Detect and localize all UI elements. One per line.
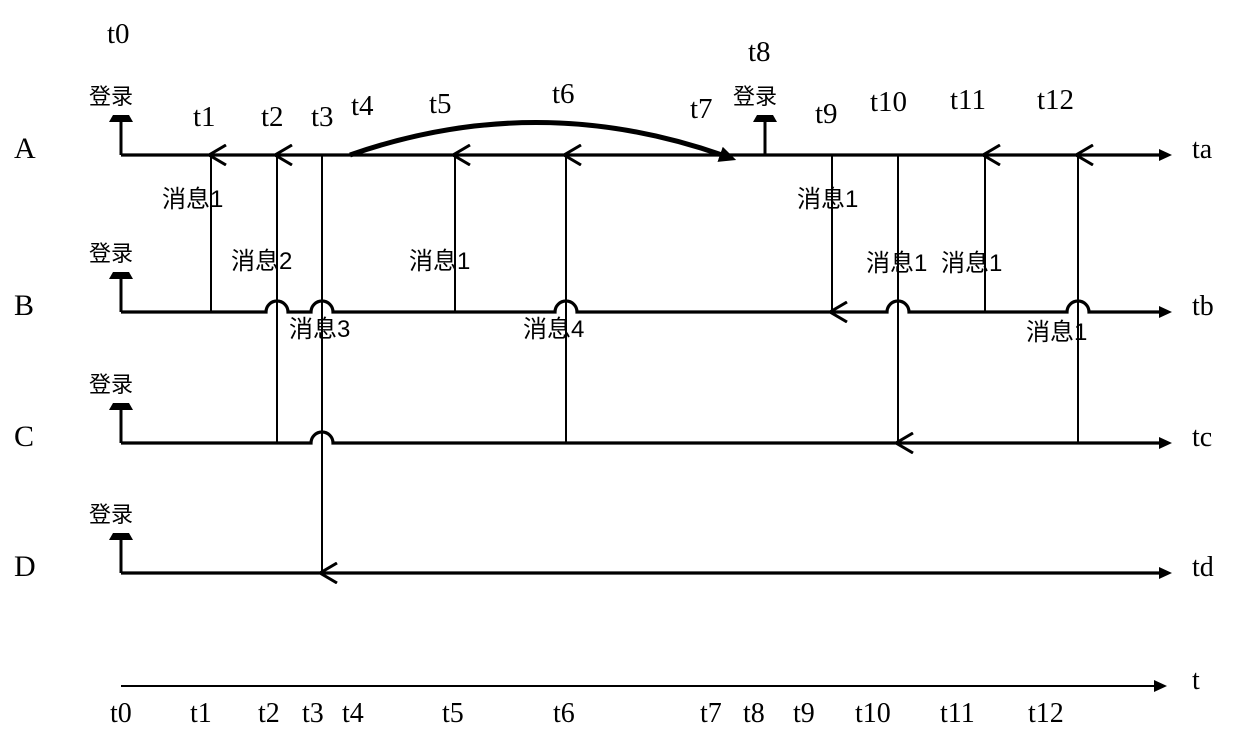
time-mark-bottom-t8: t8 xyxy=(743,698,765,729)
login-cap-A-0 xyxy=(109,115,133,122)
login-label-A-1: 登录 xyxy=(733,84,778,109)
lane-label-A: A xyxy=(14,132,36,165)
message-label-b-t2: 消息2 xyxy=(231,248,293,275)
time-mark-bottom-t1: t1 xyxy=(190,698,212,729)
time-mark-top-t12: t12 xyxy=(1037,84,1075,116)
time-mark-bottom-t3: t3 xyxy=(302,698,324,729)
lane-label-D: D xyxy=(14,550,36,583)
time-mark-top-t6: t6 xyxy=(552,78,575,110)
message-label-b-t3: 消息3 xyxy=(289,316,351,343)
login-markers xyxy=(109,115,777,573)
time-mark-bottom-t4: t4 xyxy=(342,698,364,729)
time-mark-top-t0: t0 xyxy=(107,18,130,50)
time-mark-bottom-t7: t7 xyxy=(700,698,722,729)
message-connectors xyxy=(211,155,1078,573)
login-label-C-3: 登录 xyxy=(89,372,134,397)
axis-label-tb: tb xyxy=(1192,291,1214,322)
login-cap-C-3 xyxy=(109,403,133,410)
time-mark-bottom-t0: t0 xyxy=(110,698,132,729)
time-mark-top-t1: t1 xyxy=(193,101,216,133)
time-mark-top-t11: t11 xyxy=(950,84,986,116)
time-mark-top-t8: t8 xyxy=(748,36,771,68)
time-mark-bottom-t6: t6 xyxy=(553,698,575,729)
handover-arc xyxy=(349,120,737,162)
message-label-b-t10: 消息1 xyxy=(866,250,928,277)
time-mark-top-t2: t2 xyxy=(261,101,284,133)
axis-label-t: t xyxy=(1192,665,1200,696)
login-label-D-4: 登录 xyxy=(89,502,134,527)
lane-label-B: B xyxy=(14,289,35,322)
message-label-b-t5: 消息1 xyxy=(409,248,471,275)
message-label-b-t11: 消息1 xyxy=(941,250,1003,277)
message-label-b-t6: 消息4 xyxy=(523,316,585,343)
login-cap-A-1 xyxy=(753,115,777,122)
lane-label-C: C xyxy=(14,420,35,453)
time-mark-top-t3: t3 xyxy=(311,101,334,133)
time-mark-top-t9: t9 xyxy=(815,98,838,130)
diagram-canvas: 登录 登录 登录 登录 登录 Ata Btb Ctc Dtd t t0 t1 t2 t3 t4 t5 t6 t7 t… xyxy=(0,0,1240,752)
time-mark-top-t5: t5 xyxy=(429,88,452,120)
message-label-b-t12: 消息1 xyxy=(1026,319,1088,346)
time-mark-bottom-t10: t10 xyxy=(855,698,891,729)
handover-arc-layer xyxy=(349,120,737,162)
login-label-B-2: 登录 xyxy=(89,241,134,266)
time-mark-bottom-t12: t12 xyxy=(1028,698,1064,729)
login-cap-D-4 xyxy=(109,533,133,540)
time-mark-top-t7: t7 xyxy=(690,93,713,125)
time-mark-top-t4: t4 xyxy=(351,90,374,122)
axis-label-ta: ta xyxy=(1192,134,1213,165)
time-mark-bottom-t5: t5 xyxy=(442,698,464,729)
login-cap-B-2 xyxy=(109,272,133,279)
time-mark-bottom-t11: t11 xyxy=(940,698,975,729)
axis-label-td: td xyxy=(1192,552,1214,583)
axis-label-tc: tc xyxy=(1192,422,1213,453)
message-label-a-t1: 消息1 xyxy=(162,186,224,213)
time-mark-bottom-t2: t2 xyxy=(258,698,280,729)
time-mark-top-t10: t10 xyxy=(870,86,908,118)
message-label-a-t9: 消息1 xyxy=(797,186,859,213)
time-mark-bottom-t9: t9 xyxy=(793,698,815,729)
login-label-A-0: 登录 xyxy=(89,84,134,109)
